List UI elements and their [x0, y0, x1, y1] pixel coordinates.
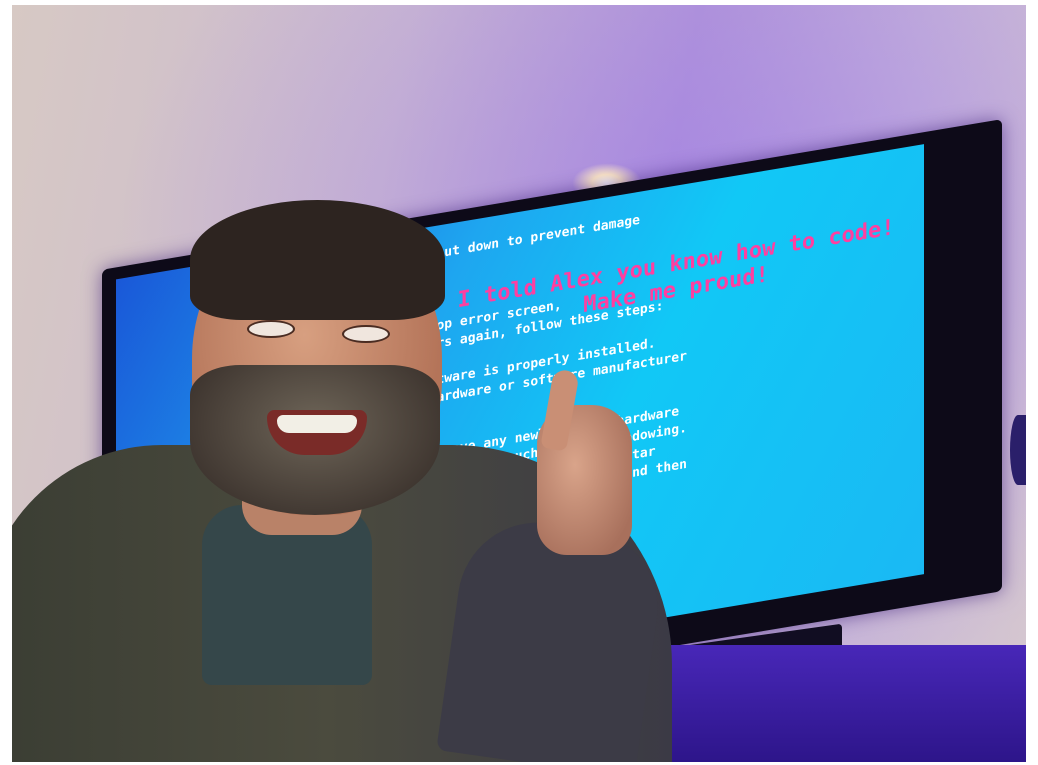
photo: as been shut down to prevent damage n thi… [12, 5, 1026, 762]
person [12, 5, 1026, 762]
teeth [277, 415, 357, 433]
left-eye [247, 320, 295, 338]
hair [190, 200, 445, 320]
right-eye [342, 325, 390, 343]
